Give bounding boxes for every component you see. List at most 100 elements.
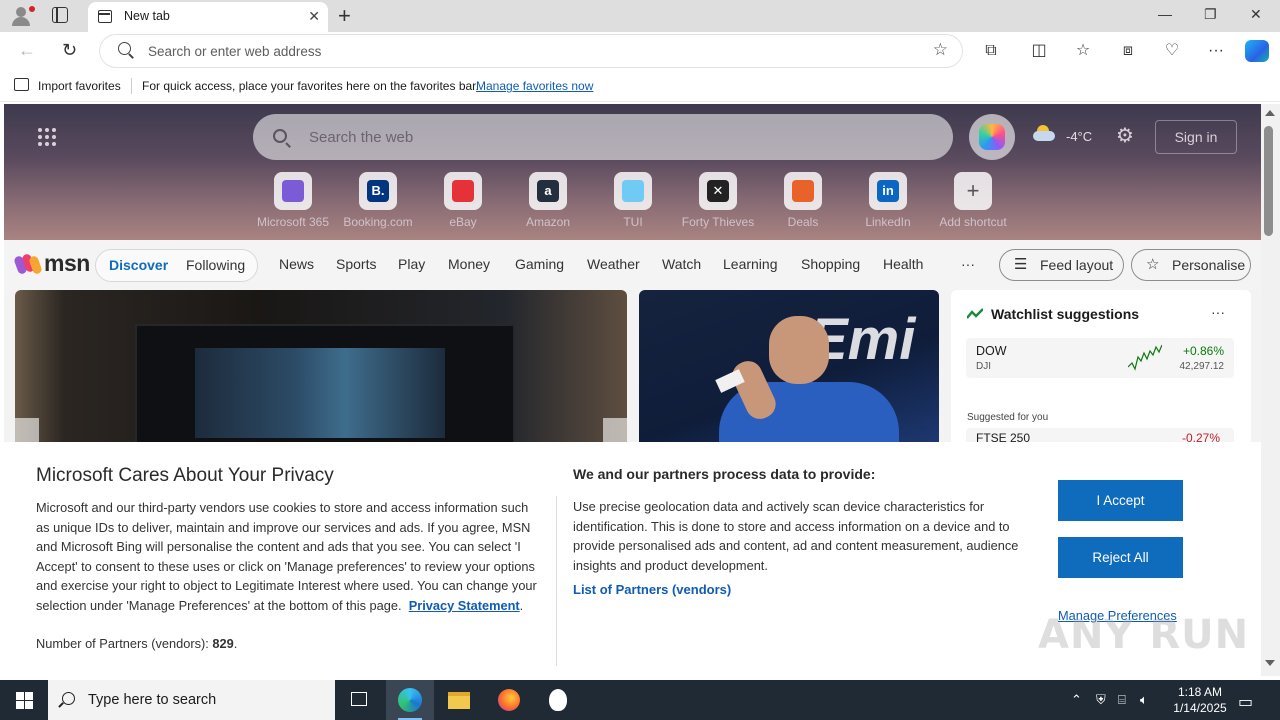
tab-discover[interactable]: Discover [109,257,168,273]
copilot-icon[interactable] [1245,40,1269,62]
volume-icon[interactable]: 🔈︎ [1140,692,1148,708]
nav-learning[interactable]: Learning [723,256,778,272]
shortcut-label: TUI [623,215,643,229]
feed-layout-button[interactable]: ☰ Feed layout [999,249,1124,281]
shortcut-tile[interactable]: eBay [423,172,503,229]
stock-index: DJI [976,361,991,372]
system-clock[interactable]: 1:18 AM 1/14/2025 [1160,684,1240,716]
accept-button[interactable]: I Accept [1058,480,1183,521]
personalise-button[interactable]: ☆ Personalise [1131,249,1251,281]
list-of-partners-link[interactable]: List of Partners (vendors) [573,582,731,597]
close-tab-icon[interactable]: ✕ [308,8,320,25]
search-icon [62,692,75,705]
scrollbar-thumb[interactable] [1264,126,1273,236]
manage-favorites-link[interactable]: Manage favorites now [476,79,593,93]
scroll-down-icon[interactable] [1265,660,1275,666]
shortcut-tile[interactable]: in LinkedIn [848,172,928,229]
chevron-up-icon[interactable]: ⌃ [1071,692,1082,708]
partner-count-value: 829 [212,636,234,651]
partner-count-label: Number of Partners (vendors): [36,636,209,651]
nav-watch[interactable]: Watch [662,256,701,272]
sparkline-icon [1128,344,1162,371]
browser-essentials-icon[interactable]: ♡ [1162,41,1182,61]
shortcut-tile[interactable]: Deals [763,172,843,229]
tab-new-tab[interactable]: New tab ✕ [88,2,328,32]
shortcut-glyph [452,180,474,202]
split-screen-icon[interactable]: ◫ [1029,41,1049,61]
new-tab-plus-icon[interactable]: + [338,3,351,29]
edge-taskbar-icon[interactable] [386,680,434,720]
taskbar: Type here to search ⌃ ⛨ ⌸ 🔈︎ 1:18 AM 1/1… [0,680,1280,720]
app-taskbar-icon[interactable] [534,680,582,720]
gear-icon[interactable]: ⚙ [1116,123,1134,148]
shortcut-glyph [622,180,644,202]
tab-following[interactable]: Following [186,257,245,273]
favorite-star-icon[interactable]: ☆ [933,40,948,60]
refresh-icon[interactable]: ↻ [62,40,77,61]
favorites-icon[interactable]: ☆ [1073,41,1093,61]
more-options-icon[interactable]: ··· [1211,304,1225,320]
nav-health[interactable]: Health [883,256,923,272]
featured-story-card[interactable] [15,290,627,460]
web-search-box[interactable]: Search the web [253,114,953,160]
import-favorites-button[interactable]: Import favorites [38,79,121,93]
stock-row[interactable]: DOW DJI +0.86% 42,297.12 [966,338,1234,378]
nav-news[interactable]: News [279,256,314,272]
tab-actions-icon[interactable] [52,7,68,23]
network-icon[interactable]: ⌸ [1118,692,1126,708]
app-launcher-icon[interactable] [38,128,58,148]
taskbar-search[interactable]: Type here to search [48,680,335,720]
vertical-scrollbar[interactable] [1261,104,1280,676]
collections-icon[interactable]: ⧈ [1118,41,1138,61]
msn-logo-text[interactable]: msn [44,250,90,277]
shortcut-tile[interactable]: a Amazon [508,172,588,229]
extensions-icon[interactable]: ⧉ [981,41,1001,61]
watchlist-title: Watchlist suggestions [991,306,1140,322]
close-window-icon[interactable]: ✕ [1250,6,1262,23]
nav-gaming[interactable]: Gaming [515,256,564,272]
scroll-up-icon[interactable] [1265,110,1275,116]
nav-play[interactable]: Play [398,256,425,272]
clock-date: 1/14/2025 [1173,701,1227,715]
shortcut-glyph [282,180,304,202]
msn-nav-bar: msn Discover Following News Sports Play … [4,240,1261,290]
settings-more-icon[interactable]: ··· [1206,41,1226,61]
sign-in-button[interactable]: Sign in [1155,120,1237,154]
shortcut-tile[interactable]: B. Booking.com [338,172,418,229]
minimize-icon[interactable]: — [1158,6,1172,22]
nav-money[interactable]: Money [448,256,490,272]
restore-icon[interactable]: ❐ [1204,6,1217,23]
stock-price: 42,297.12 [1179,361,1225,372]
shortcut-tile[interactable]: TUI [593,172,673,229]
nav-sports[interactable]: Sports [336,256,376,272]
security-icon[interactable]: ⛨ [1096,692,1106,708]
nav-more-icon[interactable]: ··· [961,256,975,272]
windows-start-icon[interactable] [16,692,33,709]
nav-shopping[interactable]: Shopping [801,256,860,272]
stocks-icon [967,308,983,319]
shortcut-label: Add shortcut [939,215,1007,229]
shortcut-tile[interactable]: + Add shortcut [933,172,1013,229]
temperature[interactable]: -4°C [1066,129,1092,144]
consent-right-body: Use precise geolocation data and activel… [573,499,1019,573]
copilot-icon [979,124,1005,150]
copilot-button[interactable] [969,114,1015,160]
notifications-icon[interactable]: ▭ [1238,692,1253,712]
nav-weather[interactable]: Weather [587,256,640,272]
address-bar[interactable]: Search or enter web address ☆ [100,35,962,67]
file-explorer-icon[interactable] [435,680,483,720]
page-viewport: Search the web -4°C ⚙ Sign in Microsoft … [4,104,1261,676]
sliders-icon: ☰ [1014,256,1028,273]
task-view-icon[interactable] [336,680,384,720]
firefox-icon[interactable] [485,680,533,720]
back-arrow-icon[interactable]: ← [18,40,36,61]
shortcut-tile[interactable]: ✕ Forty Thieves [678,172,758,229]
reject-all-button[interactable]: Reject All [1058,537,1183,578]
shortcut-label: Microsoft 365 [256,215,330,229]
new-tab-page-icon [98,10,112,23]
weather-icon[interactable] [1033,125,1055,141]
shortcut-tile[interactable]: Microsoft 365 [253,172,333,229]
sports-story-card[interactable]: Emi [639,290,939,460]
privacy-statement-link[interactable]: Privacy Statement [409,598,520,613]
profile-avatar-icon[interactable] [8,4,35,28]
